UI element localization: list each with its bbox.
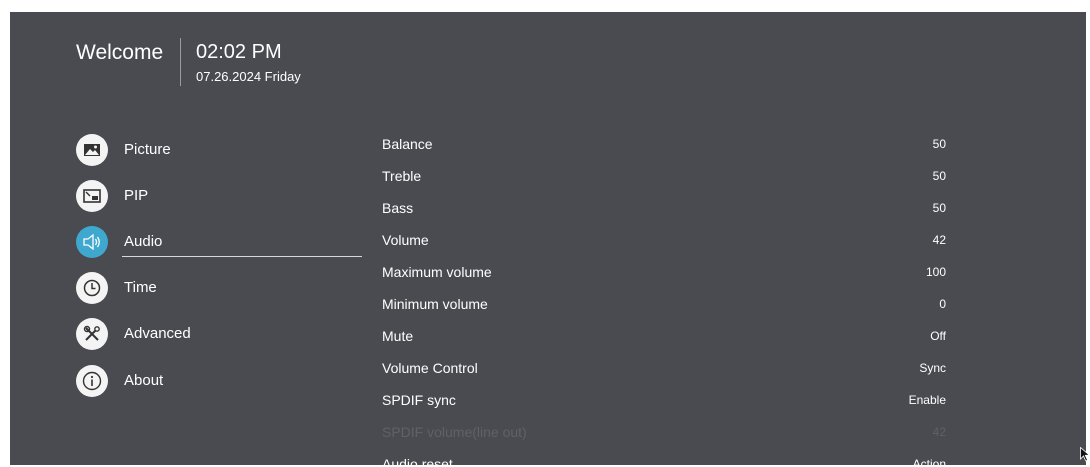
menu-label-pip: PIP xyxy=(124,187,149,204)
speaker-icon xyxy=(76,226,108,258)
header-divider xyxy=(180,38,181,86)
menu-item-audio[interactable]: Audio xyxy=(76,226,366,258)
clock-icon xyxy=(76,272,108,304)
setting-label: Volume Control xyxy=(382,360,478,376)
setting-row-volume[interactable]: Volume 42 xyxy=(382,232,946,252)
setting-label: Maximum volume xyxy=(382,264,492,280)
clock-time: 02:02 PM xyxy=(196,41,282,63)
setting-row-audio-reset[interactable]: Audio reset Action xyxy=(382,456,946,465)
tools-icon xyxy=(76,318,108,350)
setting-value: 50 xyxy=(932,137,946,151)
setting-value: Off xyxy=(930,329,946,343)
setting-value: 42 xyxy=(932,233,946,247)
setting-value: 50 xyxy=(932,201,946,215)
setting-row-spdif-sync[interactable]: SPDIF sync Enable xyxy=(382,392,946,412)
setting-label: Volume xyxy=(382,232,429,248)
menu-item-about[interactable]: About xyxy=(76,365,366,397)
setting-label: Balance xyxy=(382,136,433,152)
setting-value: 50 xyxy=(932,169,946,183)
setting-row-minimum-volume[interactable]: Minimum volume 0 xyxy=(382,296,946,316)
setting-value: Sync xyxy=(919,361,946,375)
setting-label: Mute xyxy=(382,328,414,344)
setting-row-mute[interactable]: Mute Off xyxy=(382,328,946,348)
menu-item-picture[interactable]: Picture xyxy=(76,134,366,166)
menu-label-audio: Audio xyxy=(124,233,163,250)
menu-label-advanced: Advanced xyxy=(124,325,191,342)
menu-item-pip[interactable]: PIP xyxy=(76,180,366,212)
menu-label-picture: Picture xyxy=(124,141,171,158)
setting-label: Treble xyxy=(382,168,422,184)
setting-value: Enable xyxy=(908,393,946,407)
mouse-pointer-icon xyxy=(1080,446,1090,467)
setting-value: Action xyxy=(912,457,946,465)
pip-icon xyxy=(76,180,108,212)
setting-label: Bass xyxy=(382,200,414,216)
active-menu-underline xyxy=(122,256,362,257)
info-icon xyxy=(76,365,108,397)
settings-screen: Welcome 02:02 PM 07.26.2024 Friday Pictu… xyxy=(10,12,1086,465)
setting-value: 0 xyxy=(939,297,946,311)
setting-row-volume-control[interactable]: Volume Control Sync xyxy=(382,360,946,380)
setting-label: SPDIF volume(line out) xyxy=(382,424,527,440)
setting-label: Audio reset xyxy=(382,456,453,465)
setting-row-bass[interactable]: Bass 50 xyxy=(382,200,946,220)
setting-value: 100 xyxy=(925,265,946,279)
menu-item-advanced[interactable]: Advanced xyxy=(76,318,366,350)
setting-label: SPDIF sync xyxy=(382,392,456,408)
menu-label-time: Time xyxy=(124,279,157,296)
setting-row-spdif-volume: SPDIF volume(line out) 42 xyxy=(382,424,946,444)
menu-item-time[interactable]: Time xyxy=(76,272,366,304)
setting-label: Minimum volume xyxy=(382,296,488,312)
clock-date: 07.26.2024 Friday xyxy=(196,69,301,84)
setting-value: 42 xyxy=(932,425,946,439)
menu-label-about: About xyxy=(124,372,164,389)
setting-row-maximum-volume[interactable]: Maximum volume 100 xyxy=(382,264,946,284)
setting-row-balance[interactable]: Balance 50 xyxy=(382,136,946,156)
setting-row-treble[interactable]: Treble 50 xyxy=(382,168,946,188)
picture-icon xyxy=(76,134,108,166)
welcome-text: Welcome xyxy=(76,41,164,64)
